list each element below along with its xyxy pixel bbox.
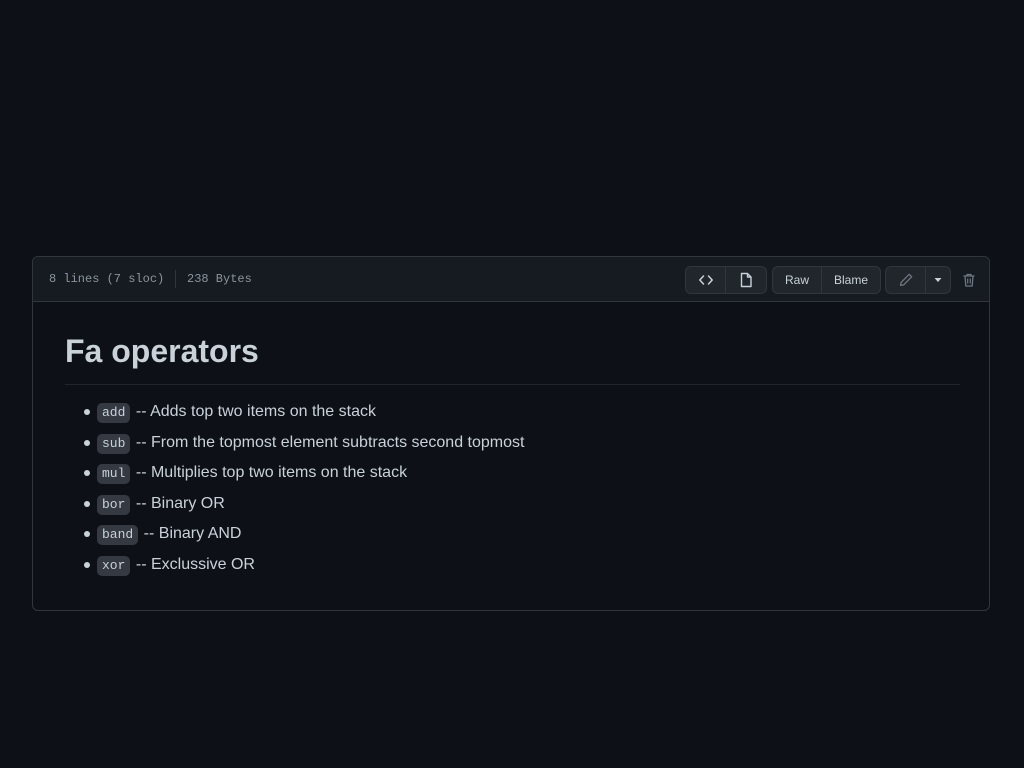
file-icon (740, 272, 752, 288)
operator-list: add -- Adds top two items on the stack s… (65, 401, 524, 584)
edit-file-button[interactable] (885, 266, 926, 294)
operator-description: -- From the topmost element subtracts se… (135, 433, 525, 451)
file-header: 8 lines (7 sloc) 238 Bytes Raw Blame (33, 257, 989, 302)
blame-button[interactable]: Blame (821, 266, 881, 294)
list-item: bor -- Binary OR (65, 493, 524, 515)
list-item: xor -- Exclussive OR (65, 554, 524, 576)
bullet (84, 500, 90, 507)
bullet (84, 531, 90, 537)
display-rendered-button[interactable] (725, 266, 767, 294)
list-item: sub -- From the topmost element subtract… (65, 432, 524, 454)
bullet (84, 409, 90, 415)
document-title: Fa operators (65, 333, 259, 369)
pencil-icon (899, 273, 912, 287)
operator-code: add (97, 403, 131, 423)
operator-description: -- Binary OR (135, 494, 225, 512)
operator-description: -- Exclussive OR (135, 555, 255, 573)
bullet (84, 561, 90, 568)
file-info-divider (175, 270, 176, 288)
triangle-down-icon (934, 278, 942, 282)
operator-description: -- Binary AND (143, 525, 242, 542)
operator-description: -- Multiplies top two items on the stack (135, 464, 408, 481)
operator-code: bor (97, 494, 131, 515)
bullet (84, 470, 90, 476)
display-source-button[interactable] (685, 266, 726, 294)
file-lines-info: 8 lines (7 sloc) (49, 272, 165, 286)
operator-code: xor (97, 555, 131, 576)
list-item: band -- Binary AND (65, 523, 524, 545)
delete-file-button[interactable] (959, 269, 979, 291)
list-item: add -- Adds top two items on the stack (65, 401, 524, 423)
operator-code: band (97, 525, 139, 545)
operator-code: mul (97, 464, 131, 484)
operator-code: sub (97, 433, 131, 454)
code-icon (698, 275, 713, 285)
operator-description: -- Adds top two items on the stack (135, 403, 376, 420)
title-divider (65, 384, 960, 385)
file-viewer: 8 lines (7 sloc) 238 Bytes Raw Blame Fa … (32, 256, 990, 611)
trash-icon (963, 273, 975, 287)
file-size: 238 Bytes (187, 272, 252, 286)
edit-options-dropdown[interactable] (925, 266, 951, 294)
bullet (84, 439, 90, 446)
raw-button[interactable]: Raw (772, 266, 822, 294)
list-item: mul -- Multiplies top two items on the s… (65, 462, 524, 484)
